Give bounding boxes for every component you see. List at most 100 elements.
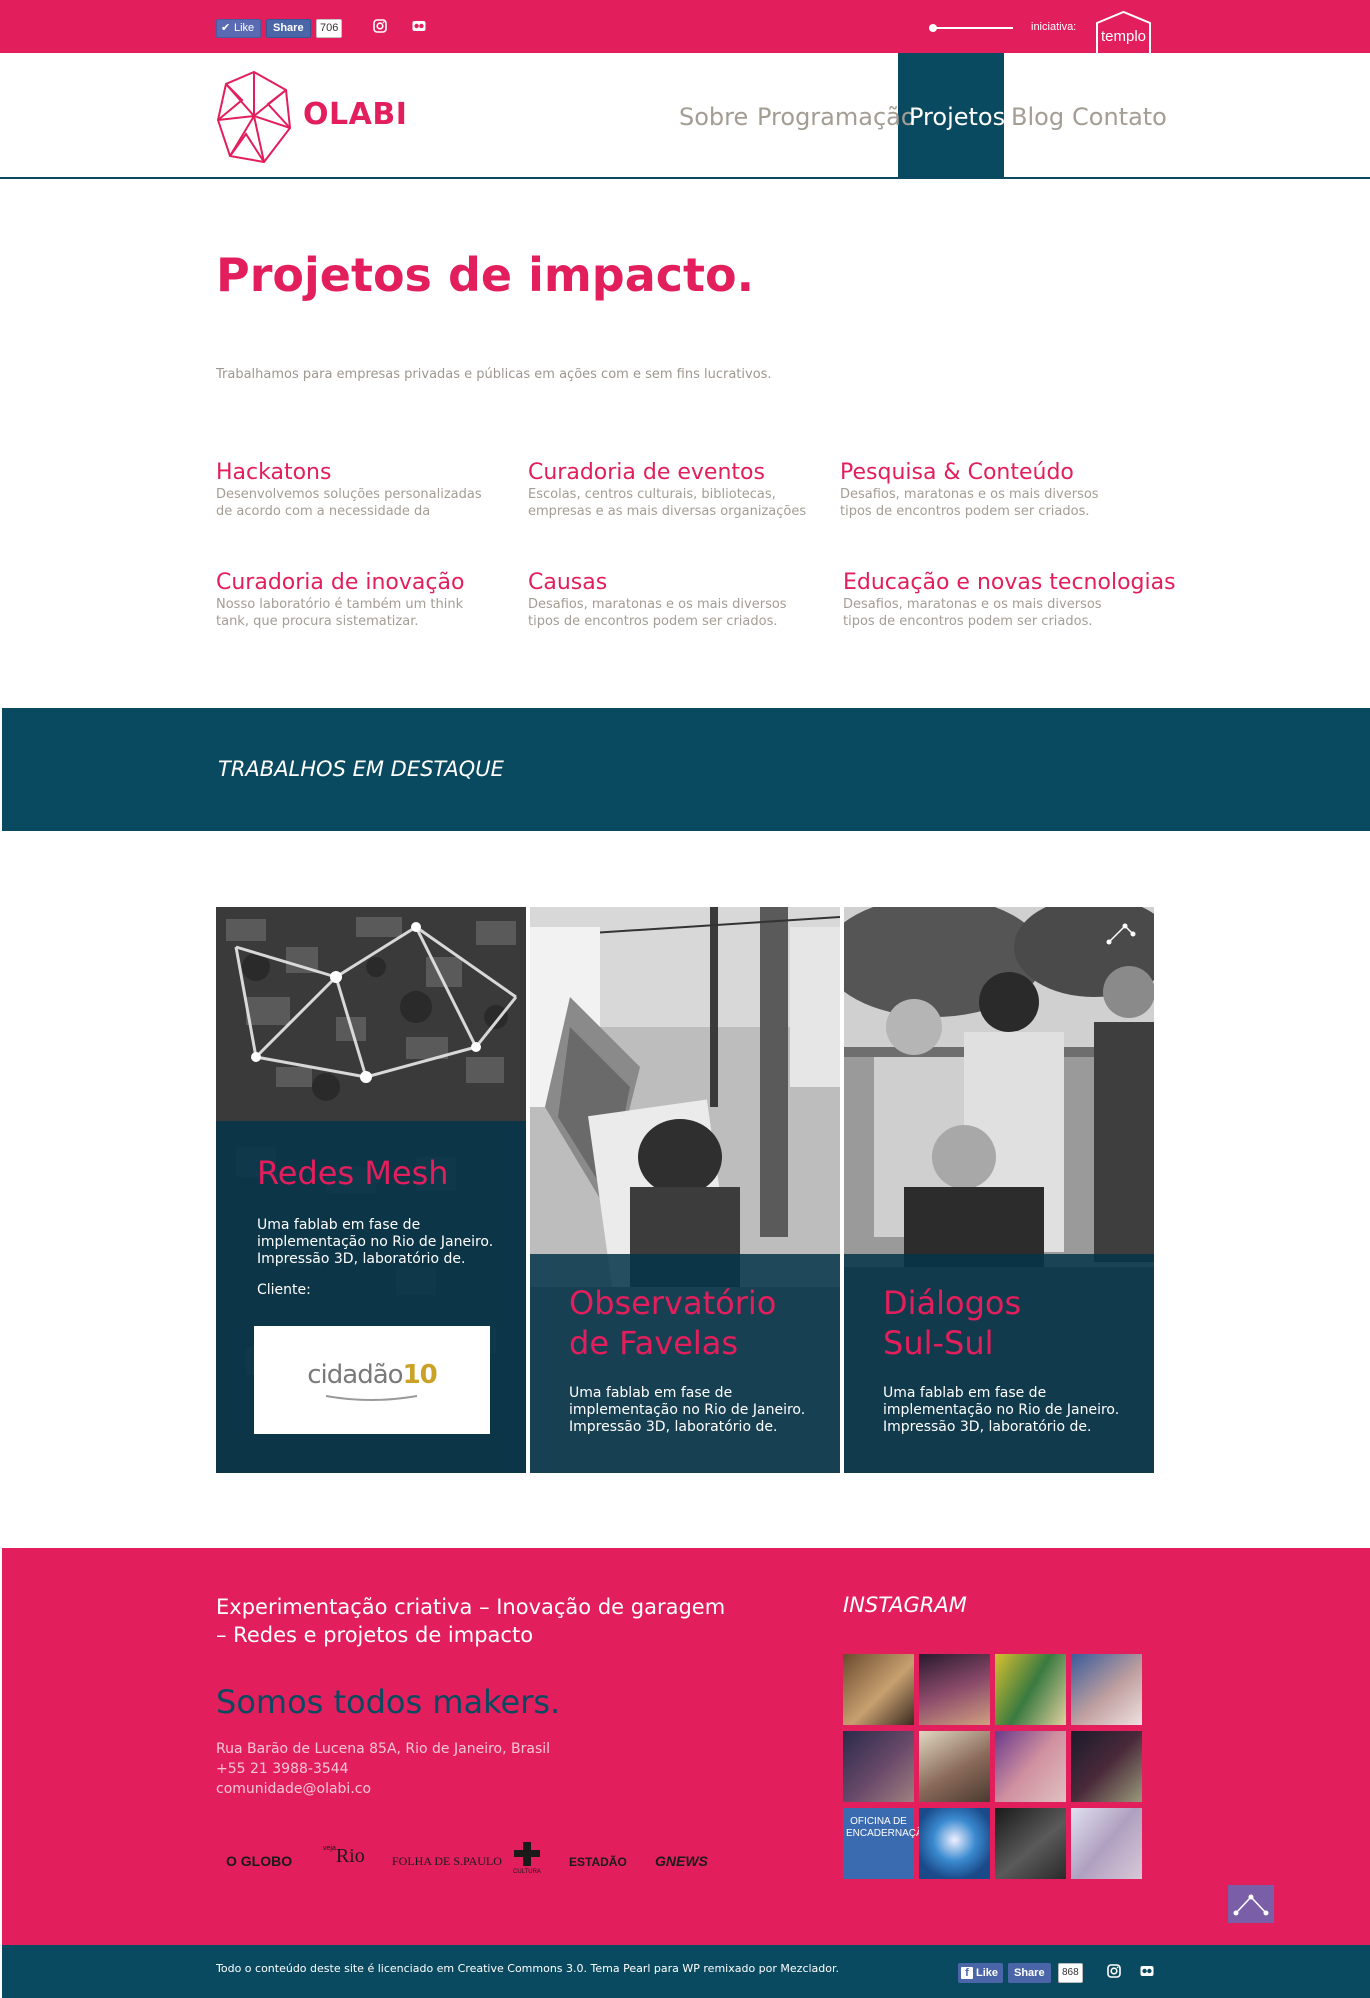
facebook-icon: f [961,1967,973,1979]
client-logo-text: cidadão10 [254,1360,490,1390]
poster-text-line: OFICINA DE [850,1816,907,1827]
service-title[interactable]: Causas [528,570,828,596]
service-title[interactable]: Pesquisa & Conteúdo [840,460,1140,486]
service-title[interactable]: Curadoria de eventos [528,460,828,486]
card-title-line[interactable]: de Favelas [569,1323,738,1363]
press-logo-veja-rio[interactable]: vejaRio [323,1845,365,1867]
instagram-thumb[interactable] [919,1808,990,1879]
client-logo-suffix: 10 [402,1360,438,1390]
instagram-thumb[interactable] [919,1731,990,1802]
service-desc-line: tipos de encontros podem ser criados. [840,504,1090,519]
instagram-thumb[interactable] [843,1731,914,1802]
service-desc-line: Desafios, maratonas e os mais diversos [843,597,1102,612]
slider-track[interactable] [930,27,1013,29]
featured-heading: TRABALHOS EM DESTAQUE [218,757,504,781]
footer-phone[interactable]: +55 21 3988-3544 [216,1761,349,1777]
service-desc-line: Desafios, maratonas e os mais diversos [528,597,787,612]
instagram-thumb[interactable] [995,1808,1066,1879]
olabi-wordmark[interactable]: OLABI [303,97,407,132]
footer-email[interactable]: comunidade@olabi.co [216,1781,371,1797]
facebook-share-button[interactable]: Share [1008,1963,1051,1983]
instagram-thumb[interactable] [1071,1731,1142,1802]
instagram-thumb[interactable] [995,1731,1066,1802]
card-desc-line: Impressão 3D, laboratório de. [569,1419,778,1435]
carousel-next-icon[interactable] [1103,912,1139,948]
share-count: 868 [1058,1963,1083,1983]
flickr-icon[interactable] [412,19,426,33]
page-subtitle: Trabalhamos para empresas privadas e púb… [216,367,772,382]
like-label: Like [234,22,255,34]
nav-item-programacao[interactable]: Programação [757,103,916,131]
card-title-line[interactable]: Sul-Sul [883,1323,994,1363]
project-card-observatorio-favelas[interactable]: Observatório de Favelas Uma fablab em fa… [530,907,840,1473]
service-curadoria-eventos[interactable]: Curadoria de eventos Escolas, centros cu… [528,460,828,520]
top-bar: ✔ Like Share 706 iniciativa: templo [0,0,1370,53]
svg-text:templo: templo [1101,28,1146,45]
share-count: 706 [316,19,343,38]
press-logo-prefix: veja [323,1845,336,1852]
card-title-line[interactable]: Diálogos [883,1283,1021,1323]
footer-makers-slogan: Somos todos makers. [216,1683,561,1721]
footer-address: Rua Barão de Lucena 85A, Rio de Janeiro,… [216,1741,551,1757]
card-title[interactable]: Redes Mesh [257,1153,449,1193]
service-causas[interactable]: Causas Desafios, maratonas e os mais div… [528,570,828,630]
press-logo-oglobo[interactable]: O GLOBO [226,1853,292,1875]
instagram-thumb[interactable] [995,1654,1066,1725]
facebook-like-button[interactable]: f Like [958,1963,1004,1983]
service-educacao-tecnologias[interactable]: Educação e novas tecnologias Desafios, m… [843,570,1176,630]
thumbs-up-icon: ✔ [221,22,231,34]
press-logo-name: Rio [335,1845,365,1867]
service-desc-line: tipos de encontros podem ser criados. [528,614,778,629]
instagram-thumb[interactable] [919,1654,990,1725]
press-logo-name: NEWS [665,1853,708,1869]
project-card-dialogos-sul-sul[interactable]: Diálogos Sul-Sul Uma fablab em fase de i… [844,907,1154,1473]
service-desc-line: Desafios, maratonas e os mais diversos [840,487,1099,502]
facebook-share-button[interactable]: Share [266,19,311,38]
nav-item-projetos[interactable]: Projetos [909,103,1005,131]
press-logo-name: CULTURA [513,1869,541,1875]
featured-band [2,708,1370,831]
service-hackatons[interactable]: Hackatons Desenvolvemos soluções persona… [216,460,516,520]
back-to-top-button[interactable] [1228,1885,1274,1923]
card-desc-line: implementação no Rio de Janeiro. [883,1402,1120,1418]
instagram-thumb[interactable] [1071,1654,1142,1725]
service-desc-line: Desenvolvemos soluções personalizadas [216,487,482,502]
instagram-thumb-poster[interactable]: OFICINA DE ENCADERNAÇÃO [843,1808,930,1879]
cultura-cross-icon [514,1842,540,1866]
press-logo-prefix: G [655,1853,666,1869]
project-card-redes-mesh[interactable]: Redes Mesh Uma fablab em fase de impleme… [216,907,526,1473]
page-title: Projetos de impacto. [216,248,755,302]
press-logo-folha[interactable]: FOLHA DE S.PAULO [392,1854,502,1876]
card-title-line[interactable]: Observatório [569,1283,776,1323]
card-desc-line: Uma fablab em fase de [257,1217,421,1233]
press-logo-estadao[interactable]: ESTADÃO [569,1855,627,1877]
nav-item-sobre[interactable]: Sobre [679,103,748,131]
card-desc-line: Uma fablab em fase de [883,1385,1047,1401]
service-title[interactable]: Educação e novas tecnologias [843,570,1176,596]
instagram-icon[interactable] [373,19,387,33]
service-title[interactable]: Hackatons [216,460,516,486]
nav-item-blog[interactable]: Blog [1011,103,1064,131]
instagram-heading: INSTAGRAM [843,1593,967,1617]
instagram-icon[interactable] [1107,1964,1121,1978]
license-text: Todo o conteúdo deste site é licenciado … [216,1962,840,1975]
nav-item-contato[interactable]: Contato [1072,103,1167,131]
facebook-like-button[interactable]: ✔ Like [216,19,262,38]
service-desc-line: Nosso laboratório é também um think [216,597,464,612]
service-pesquisa-conteudo[interactable]: Pesquisa & Conteúdo Desafios, maratonas … [840,460,1140,520]
instagram-thumb[interactable] [1071,1808,1142,1879]
service-desc-line: empresas e as mais diversas organizações [528,504,807,519]
flickr-icon[interactable] [1140,1964,1154,1978]
slider-handle[interactable] [929,24,937,32]
card-desc-line: Impressão 3D, laboratório de. [883,1419,1092,1435]
press-logo-gnews[interactable]: GNEWS [655,1853,708,1875]
templo-logo[interactable]: templo [1095,9,1152,53]
instagram-thumb[interactable] [843,1654,914,1725]
olabi-logo-mark[interactable] [216,70,292,164]
client-logo-cidadao10[interactable]: cidadão10 [254,1326,490,1434]
client-label: Cliente: [257,1282,311,1298]
service-title[interactable]: Curadoria de inovação [216,570,516,596]
service-curadoria-inovacao[interactable]: Curadoria de inovação Nosso laboratório … [216,570,516,630]
service-desc-line: tipos de encontros podem ser criados. [843,614,1093,629]
press-logo-cultura[interactable]: CULTURA [512,1842,542,1875]
